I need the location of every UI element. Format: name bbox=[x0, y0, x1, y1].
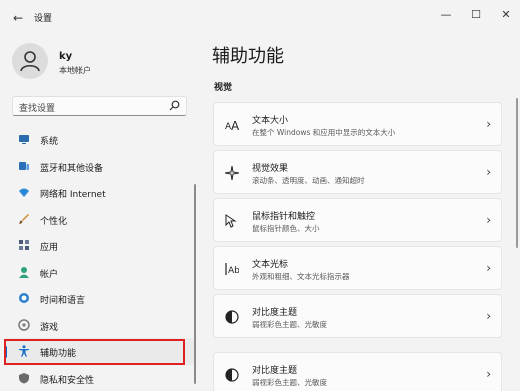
chevron-right-icon: › bbox=[486, 309, 491, 323]
card-description: 鼠标指针颜色、大小 bbox=[252, 224, 320, 233]
avatar[interactable] bbox=[12, 43, 48, 79]
text-cursor-icon: Ab bbox=[225, 263, 239, 276]
sidebar-item-network[interactable]: 网络和 Internet bbox=[4, 179, 194, 206]
chevron-right-icon: › bbox=[486, 367, 491, 381]
card-description: 外观和粗细、文本光标指示器 bbox=[252, 272, 350, 281]
sidebar-item-apps[interactable]: 应用 bbox=[4, 232, 194, 259]
shield-icon bbox=[19, 372, 29, 383]
card-title: 对比度主题 bbox=[252, 308, 298, 318]
card-title: 文本光标 bbox=[252, 260, 289, 270]
sidebar-item-label: 蓝牙和其他设备 bbox=[40, 163, 104, 174]
chevron-right-icon: › bbox=[486, 261, 491, 275]
sidebar-scrollbar[interactable] bbox=[194, 184, 196, 384]
bluetooth-devices-icon bbox=[19, 161, 29, 170]
user-name: ky bbox=[59, 51, 73, 62]
contrast-icon bbox=[225, 368, 239, 382]
maximize-button[interactable]: ☐ bbox=[466, 7, 486, 23]
sidebar-item-label: 系统 bbox=[40, 137, 59, 147]
sidebar-item-label: 个性化 bbox=[40, 216, 68, 227]
gamepad-icon bbox=[18, 318, 30, 331]
main-scrollbar[interactable] bbox=[516, 98, 518, 248]
apps-icon bbox=[19, 240, 29, 250]
sidebar-item-privacy[interactable]: 隐私和安全性 bbox=[4, 365, 194, 391]
card-title: 对比度主题 bbox=[252, 366, 298, 376]
monitor-icon bbox=[19, 135, 29, 144]
sidebar-item-label: 游戏 bbox=[40, 322, 59, 333]
user-icon bbox=[20, 51, 40, 72]
sparkle-icon bbox=[225, 166, 239, 180]
search-placeholder: 查找设置 bbox=[19, 104, 56, 114]
wifi-icon bbox=[19, 188, 29, 197]
chevron-right-icon: › bbox=[486, 213, 491, 227]
person-icon bbox=[19, 266, 29, 278]
main-content: 辅助功能 视觉 AA 文本大小 在整个 Windows 和应用中显示的文本大小 … bbox=[198, 34, 520, 391]
card-description: 在整个 Windows 和应用中显示的文本大小 bbox=[252, 128, 396, 137]
mouse-pointer-icon bbox=[225, 214, 237, 228]
sidebar: ky 本地帐户 查找设置 系统 蓝牙和其他设备 网络和 Internet 个性化… bbox=[0, 34, 198, 391]
setting-card-text-cursor[interactable]: Ab 文本光标 外观和粗细、文本光标指示器 › bbox=[213, 246, 502, 290]
sidebar-item-label: 网络和 Internet bbox=[40, 190, 106, 200]
sidebar-item-bluetooth[interactable]: 蓝牙和其他设备 bbox=[4, 153, 194, 180]
sidebar-item-label: 时间和语言 bbox=[40, 296, 86, 306]
brush-icon bbox=[19, 213, 29, 224]
chevron-right-icon: › bbox=[486, 117, 491, 131]
sidebar-item-label: 应用 bbox=[40, 243, 59, 253]
search-icon[interactable] bbox=[169, 100, 180, 111]
back-button[interactable]: ← bbox=[9, 9, 27, 27]
sidebar-item-label: 隐私和安全性 bbox=[40, 375, 95, 386]
account-type: 本地帐户 bbox=[59, 66, 91, 75]
card-title: 视觉效果 bbox=[252, 164, 289, 174]
setting-card-text-size[interactable]: AA 文本大小 在整个 Windows 和应用中显示的文本大小 › bbox=[213, 102, 502, 146]
title-bar: ← 设置 — ☐ ✕ bbox=[0, 0, 520, 34]
card-description: 滚动条、透明度、动画、通知超时 bbox=[252, 176, 365, 185]
section-title: 视觉 bbox=[214, 83, 233, 93]
highlight-annotation bbox=[4, 339, 185, 365]
close-button[interactable]: ✕ bbox=[496, 7, 516, 23]
sidebar-item-system[interactable]: 系统 bbox=[4, 126, 194, 153]
setting-card-mouse-pointer[interactable]: 鼠标指针和触控 鼠标指针颜色、大小 › bbox=[213, 198, 502, 242]
svg-text:A: A bbox=[231, 119, 239, 132]
sidebar-item-label: 帐户 bbox=[40, 269, 59, 280]
setting-card-visual-effects[interactable]: 视觉效果 滚动条、透明度、动画、通知超时 › bbox=[213, 150, 502, 194]
page-title: 辅助功能 bbox=[212, 46, 284, 67]
text-size-icon: AA bbox=[225, 119, 239, 132]
card-description: 弱视彩色主题、光敏度 bbox=[252, 320, 327, 329]
globe-clock-icon bbox=[19, 293, 29, 303]
setting-card-contrast-themes-2[interactable]: 对比度主题 弱视彩色主题、光敏度 › bbox=[213, 352, 502, 391]
sidebar-item-personalization[interactable]: 个性化 bbox=[4, 206, 194, 233]
app-title: 设置 bbox=[34, 14, 53, 24]
card-title: 文本大小 bbox=[252, 116, 289, 126]
contrast-icon bbox=[225, 310, 239, 324]
svg-text:Ab: Ab bbox=[228, 266, 239, 276]
sidebar-item-accounts[interactable]: 帐户 bbox=[4, 259, 194, 286]
sidebar-item-gaming[interactable]: 游戏 bbox=[4, 312, 194, 339]
card-title: 鼠标指针和触控 bbox=[252, 212, 316, 222]
search-input[interactable]: 查找设置 bbox=[12, 96, 187, 116]
minimize-button[interactable]: — bbox=[436, 7, 456, 23]
chevron-right-icon: › bbox=[486, 165, 491, 179]
card-description: 弱视彩色主题、光敏度 bbox=[252, 378, 327, 387]
setting-card-contrast-themes[interactable]: 对比度主题 弱视彩色主题、光敏度 › bbox=[213, 294, 502, 338]
sidebar-item-time-language[interactable]: 时间和语言 bbox=[4, 285, 194, 312]
